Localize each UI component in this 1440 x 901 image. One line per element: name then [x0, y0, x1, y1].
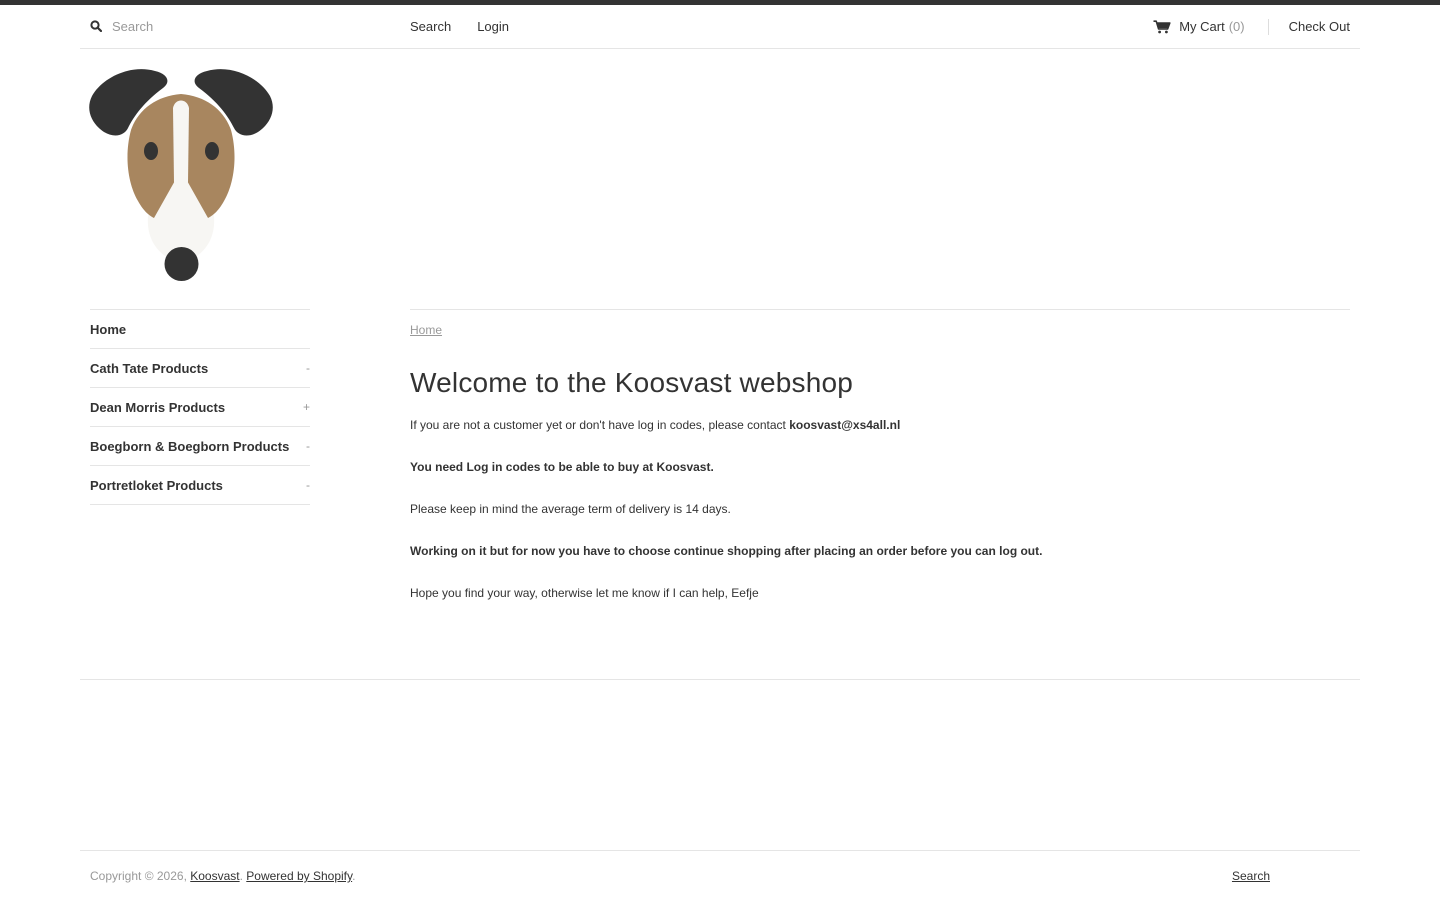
category-sidebar: Home Cath Tate Products - Dean Morris Pr…: [90, 309, 310, 505]
collapse-toggle[interactable]: -: [306, 478, 310, 492]
cart-icon: [1153, 19, 1171, 34]
copyright-text: Copyright © 2026,: [90, 869, 187, 883]
collapse-toggle[interactable]: -: [306, 439, 310, 453]
cart-count: (0): [1228, 19, 1245, 34]
footer-links: Search: [1232, 869, 1270, 883]
site-header: Search Login My Cart (0) Check Out: [80, 5, 1360, 49]
sidebar-item-label: Cath Tate Products: [90, 360, 209, 376]
cart-label: My Cart: [1179, 19, 1225, 34]
header-divider: [1267, 18, 1269, 35]
collapse-toggle[interactable]: -: [306, 361, 310, 375]
logout-text: Working on it but for now you have to ch…: [410, 544, 1043, 559]
my-cart-link[interactable]: My Cart (0): [1153, 19, 1245, 34]
search-icon[interactable]: [90, 19, 104, 34]
content-divider: [80, 679, 1360, 680]
header-search-link[interactable]: Search: [410, 19, 451, 34]
sidebar-item-label: Boegborn & Boegborn Products: [90, 438, 290, 454]
contact-email: koosvast@xs4all.nl: [789, 418, 901, 433]
site-footer: Copyright © 2026, Koosvast. Powered by S…: [80, 850, 1360, 901]
contact-paragraph: If you are not a customer yet or don't h…: [410, 417, 1350, 433]
header-nav: Search Login: [410, 5, 535, 48]
contact-text: If you are not a customer yet or don't h…: [410, 418, 786, 433]
breadcrumb: Home: [410, 323, 1350, 337]
sidebar-item-cath-tate[interactable]: Cath Tate Products -: [90, 349, 310, 388]
sidebar-item-label: Home: [90, 321, 127, 337]
sidebar-item-portretloket[interactable]: Portretloket Products -: [90, 466, 310, 505]
closing-note: Hope you find your way, otherwise let me…: [410, 586, 759, 601]
welcome-text: If you are not a customer yet or don't h…: [410, 417, 1350, 601]
header-search: [90, 5, 312, 48]
login-link[interactable]: Login: [477, 19, 509, 34]
checkout-link[interactable]: Check Out: [1289, 19, 1350, 34]
main-content: Home Welcome to the Koosvast webshop If …: [410, 309, 1350, 601]
breadcrumb-home-link[interactable]: Home: [410, 323, 442, 337]
footer-shop-link[interactable]: Koosvast: [190, 869, 239, 883]
sidebar-item-label: Portretloket Products: [90, 477, 223, 493]
sidebar-item-home[interactable]: Home: [90, 310, 310, 349]
header-cart-area: My Cart (0) Check Out: [1153, 5, 1350, 48]
sidebar-item-dean-morris[interactable]: Dean Morris Products +: [90, 388, 310, 427]
footer-search-link[interactable]: Search: [1232, 869, 1270, 883]
expand-toggle[interactable]: +: [303, 400, 310, 414]
powered-by-shopify-link[interactable]: Powered by Shopify: [246, 869, 352, 883]
login-codes-text: You need Log in codes to be able to buy …: [410, 460, 714, 475]
search-input[interactable]: [112, 19, 312, 34]
logout-notice: Working on it but for now you have to ch…: [410, 543, 1350, 559]
sidebar-item-boegborn[interactable]: Boegborn & Boegborn Products -: [90, 427, 310, 466]
footer-copyright: Copyright © 2026, Koosvast. Powered by S…: [90, 869, 356, 883]
login-codes-notice: You need Log in codes to be able to buy …: [410, 459, 1350, 475]
delivery-notice: Please keep in mind the average term of …: [410, 502, 731, 517]
sidebar-item-label: Dean Morris Products: [90, 399, 226, 415]
dog-head-logo[interactable]: [88, 66, 274, 284]
page-title: Welcome to the Koosvast webshop: [410, 367, 854, 398]
